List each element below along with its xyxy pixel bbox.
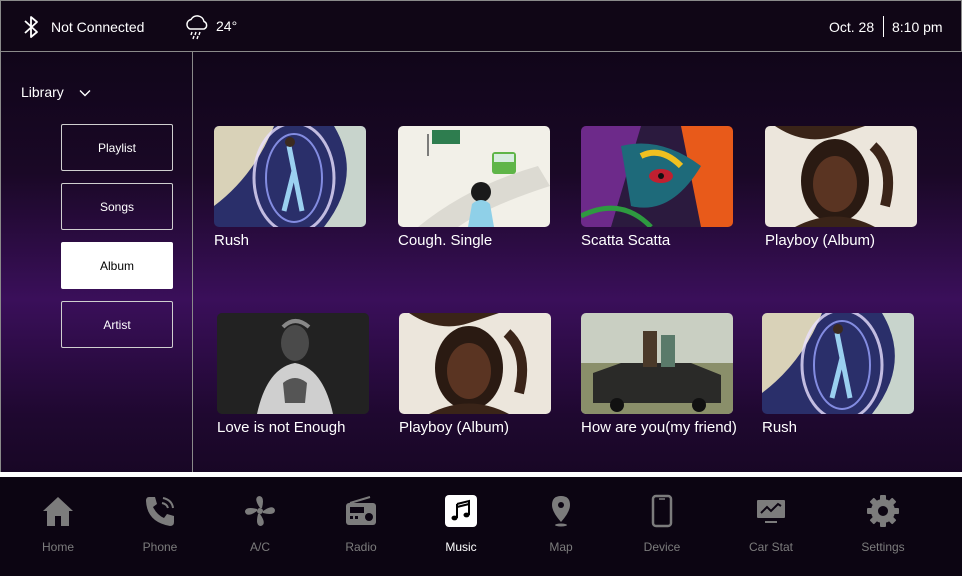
album-art: [217, 313, 369, 414]
nav-item-music[interactable]: Music: [411, 477, 511, 576]
nav-label: Settings: [861, 540, 905, 554]
album-card[interactable]: How are you(my friend): [581, 313, 737, 436]
car-infotainment-screen: Not Connected 24° Oct. 28 8:10 pm Librar…: [0, 0, 962, 576]
rain-cloud-icon: [186, 15, 208, 40]
status-bar: Not Connected 24° Oct. 28 8:10 pm: [0, 0, 962, 52]
library-dropdown-label[interactable]: Library: [21, 84, 64, 100]
songs-button-label: Songs: [99, 199, 135, 214]
radio-icon: [346, 496, 376, 525]
nav-label: Music: [445, 540, 477, 554]
album-card[interactable]: Rush: [762, 313, 914, 436]
album-card[interactable]: Cough. Single: [398, 126, 550, 249]
library-sidebar: Library Playlist Songs Album Artist: [0, 52, 193, 473]
nav-label: Home: [41, 540, 74, 554]
status-divider: [883, 16, 884, 37]
date-readout: Oct. 28: [829, 19, 875, 35]
album-title: Love is not Enough: [217, 419, 346, 436]
temperature-readout: 24°: [216, 18, 238, 34]
album-button-label: Album: [99, 258, 134, 273]
car-stats-icon: [757, 500, 785, 523]
playlist-button-label: Playlist: [97, 140, 136, 155]
nav-label: Map: [549, 540, 573, 554]
album-title: Cough. Single: [398, 232, 493, 249]
album-title: Playboy (Album): [399, 419, 510, 436]
nav-item-phone[interactable]: Phone: [110, 477, 210, 576]
album-art: [214, 126, 366, 227]
album-card[interactable]: Playboy (Album): [399, 313, 551, 436]
album-card[interactable]: Rush: [214, 126, 366, 249]
nav-item-device[interactable]: Device: [612, 477, 712, 576]
chevron-down-icon[interactable]: [79, 88, 91, 98]
playlist-button[interactable]: Playlist: [61, 124, 173, 171]
album-art: [399, 313, 551, 414]
nav-label: Car Stat: [748, 540, 793, 554]
music-note-icon: [445, 495, 477, 527]
album-title: Playboy (Album): [765, 232, 876, 249]
artist-button-label: Artist: [103, 317, 131, 332]
smartphone-icon: [651, 494, 673, 528]
bluetooth-icon[interactable]: [21, 15, 41, 39]
phone-icon: [146, 497, 174, 526]
nav-item-radio[interactable]: Radio: [311, 477, 411, 576]
home-icon: [43, 497, 73, 526]
bottom-nav: Home Phone A/C Radio Music Map Device Ca…: [0, 477, 962, 576]
artist-button[interactable]: Artist: [61, 301, 173, 348]
album-title: Scatta Scatta: [581, 232, 671, 249]
connection-status: Not Connected: [51, 19, 145, 35]
nav-label: Device: [643, 540, 681, 554]
album-title: Rush: [762, 419, 798, 436]
time-readout: 8:10 pm: [892, 19, 943, 35]
album-title: Rush: [214, 232, 250, 249]
songs-button[interactable]: Songs: [61, 183, 173, 230]
fan-icon: [245, 496, 275, 526]
album-art: [762, 313, 914, 414]
nav-label: Phone: [142, 540, 178, 554]
gear-icon: [867, 495, 899, 527]
album-card[interactable]: Love is not Enough: [217, 313, 369, 436]
nav-item-home[interactable]: Home: [8, 477, 108, 576]
album-art: [398, 126, 550, 227]
nav-item-car-stat[interactable]: Car Stat: [721, 477, 821, 576]
map-pin-icon: [552, 496, 570, 527]
album-art: [581, 313, 733, 414]
album-button[interactable]: Album: [61, 242, 173, 289]
nav-label: Radio: [345, 540, 377, 554]
nav-item-map[interactable]: Map: [511, 477, 611, 576]
album-card[interactable]: Scatta Scatta: [581, 126, 733, 249]
nav-item-ac[interactable]: A/C: [210, 477, 310, 576]
nav-label: A/C: [249, 540, 270, 554]
album-art: [581, 126, 733, 227]
album-title: How are you(my friend): [581, 419, 737, 436]
nav-item-settings[interactable]: Settings: [833, 477, 933, 576]
album-art: [765, 126, 917, 227]
album-card[interactable]: Playboy (Album): [765, 126, 917, 249]
